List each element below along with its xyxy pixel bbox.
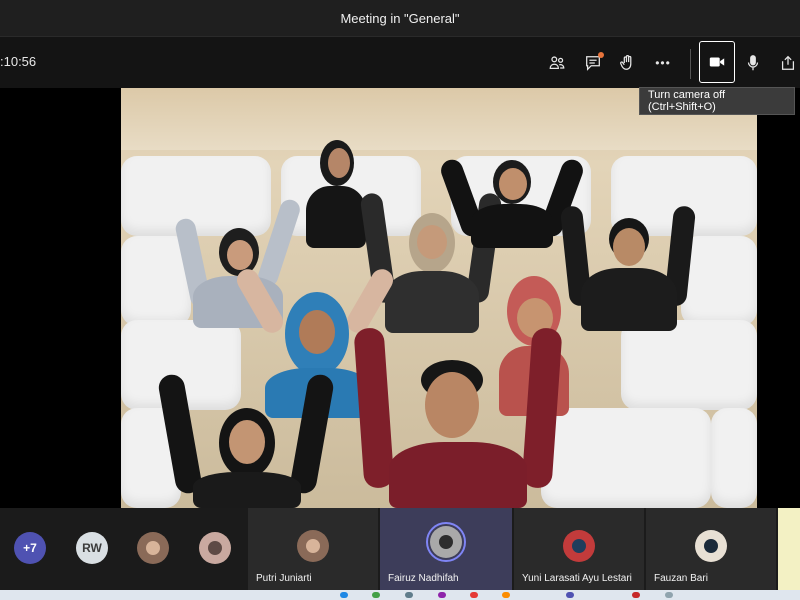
share-tray-icon [781, 55, 795, 70]
taskbar-app-icon[interactable] [372, 592, 380, 598]
meeting-timer: :10:56 [0, 54, 37, 69]
camera-tooltip: Turn camera off (Ctrl+Shift+O) [639, 87, 795, 115]
person-icon [439, 535, 453, 549]
hand-icon [620, 54, 632, 70]
raise-hand-button[interactable] [609, 45, 645, 81]
people-icon [549, 56, 565, 70]
taskbar-app-icon[interactable] [405, 592, 413, 598]
share-button[interactable] [770, 45, 800, 81]
chat-notification-dot [598, 52, 604, 58]
shared-video-feed [121, 88, 757, 508]
video-stage [0, 88, 800, 508]
taskbar-app-icon[interactable] [438, 592, 446, 598]
overflow-participants-badge[interactable]: +7 [14, 532, 46, 564]
avatar [297, 530, 329, 562]
more-actions-button[interactable]: ••• [645, 45, 681, 81]
avatar [430, 526, 462, 558]
avatar [563, 530, 595, 562]
person-icon [208, 541, 222, 555]
person-icon [146, 541, 160, 555]
participant-tile-partial[interactable] [778, 508, 800, 590]
avatar [695, 530, 727, 562]
title-bar: Meeting in "General" [0, 0, 800, 36]
person-icon [572, 539, 586, 553]
participant-tile[interactable]: Fauzan Bari [646, 508, 776, 590]
participant-name: Fauzan Bari [654, 573, 708, 584]
toolbar-divider [690, 49, 691, 79]
person-icon [704, 539, 718, 553]
participant-name: Yuni Larasati Ayu Lestari [522, 573, 632, 584]
taskbar-app-icon[interactable] [502, 592, 510, 598]
chat-button[interactable] [575, 45, 611, 81]
mic-button[interactable] [735, 45, 771, 81]
taskbar-app-icon[interactable] [632, 592, 640, 598]
window-title: Meeting in "General" [340, 10, 460, 26]
meeting-toolbar: :10:56 ••• [0, 36, 800, 88]
taskbar-app-icon[interactable] [566, 592, 574, 598]
participant-strip: +7 RW Putri Juniarti Fairuz Nadhifah Yun… [0, 508, 800, 590]
taskbar-app-icon[interactable] [665, 592, 673, 598]
participant-avatar-photo[interactable] [137, 532, 169, 564]
microphone-icon [747, 55, 759, 71]
more-icon: ••• [655, 56, 671, 70]
camera-button[interactable] [699, 41, 735, 83]
participant-name: Putri Juniarti [256, 573, 312, 584]
participant-tile[interactable]: Yuni Larasati Ayu Lestari [514, 508, 644, 590]
participant-name: Fairuz Nadhifah [388, 573, 459, 584]
person-icon [306, 539, 320, 553]
participant-tile[interactable]: Putri Juniarti [248, 508, 378, 590]
participants-button[interactable] [539, 45, 575, 81]
participant-tile-speaking[interactable]: Fairuz Nadhifah [380, 508, 512, 590]
participant-avatar-photo[interactable] [199, 532, 231, 564]
participant-avatar-rw[interactable]: RW [76, 532, 108, 564]
os-taskbar [0, 590, 800, 600]
taskbar-app-icon[interactable] [470, 592, 478, 598]
taskbar-app-icon[interactable] [340, 592, 348, 598]
video-camera-icon [709, 57, 725, 67]
